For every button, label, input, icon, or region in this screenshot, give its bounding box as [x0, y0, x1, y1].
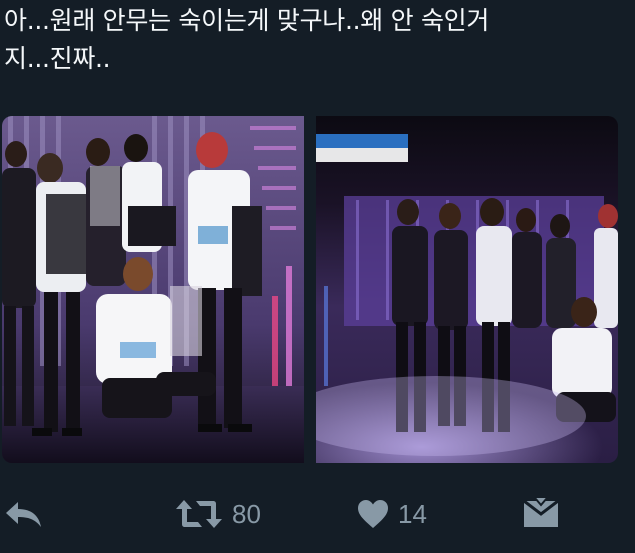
like-button[interactable]: 14 — [356, 494, 427, 534]
broadcast-overlay-caption — [316, 148, 408, 162]
like-count: 14 — [398, 498, 427, 529]
heart-icon — [356, 498, 390, 530]
direct-message-button[interactable] — [522, 494, 560, 534]
retweet-count: 80 — [232, 498, 261, 529]
stage-photo-left — [2, 116, 304, 463]
reply-button[interactable] — [4, 494, 44, 534]
envelope-icon — [522, 497, 560, 531]
photo-right[interactable] — [316, 116, 618, 463]
photo-left[interactable] — [2, 116, 304, 463]
retweet-icon — [174, 498, 224, 530]
tweet-actions: 80 14 — [0, 494, 635, 534]
tweet-text: 아...원래 안무는 숙이는게 맞구나..왜 안 숙인거 지...진짜.. — [4, 6, 490, 73]
media-grid — [2, 116, 618, 463]
broadcast-overlay-bar — [316, 134, 408, 148]
retweet-button[interactable]: 80 — [174, 494, 261, 534]
stage-photo-right — [316, 116, 618, 463]
reply-icon — [4, 498, 44, 530]
